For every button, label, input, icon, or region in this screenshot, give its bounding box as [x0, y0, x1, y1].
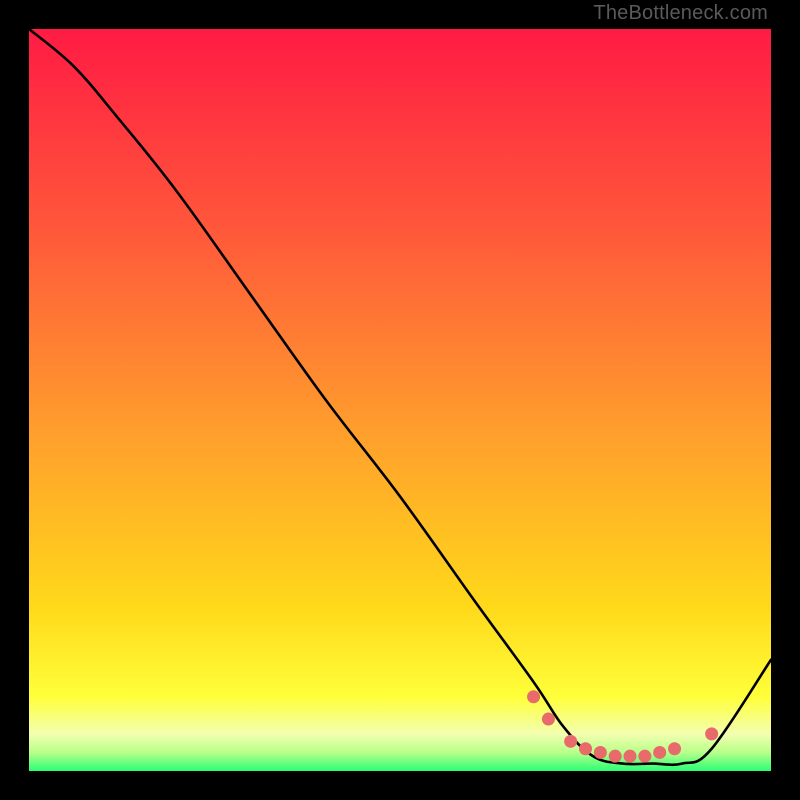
data-marker	[542, 713, 555, 726]
data-marker	[653, 746, 666, 759]
watermark-text: TheBottleneck.com	[593, 2, 768, 25]
plot-area	[29, 29, 771, 771]
data-marker	[624, 750, 637, 763]
data-marker	[609, 750, 622, 763]
data-marker	[579, 742, 592, 755]
data-marker	[527, 690, 540, 703]
bottleneck-curve	[29, 29, 771, 771]
data-marker	[564, 735, 577, 748]
data-marker	[594, 746, 607, 759]
data-marker	[668, 742, 681, 755]
chart-frame: TheBottleneck.com	[0, 0, 800, 800]
data-marker	[638, 750, 651, 763]
data-marker	[705, 727, 718, 740]
